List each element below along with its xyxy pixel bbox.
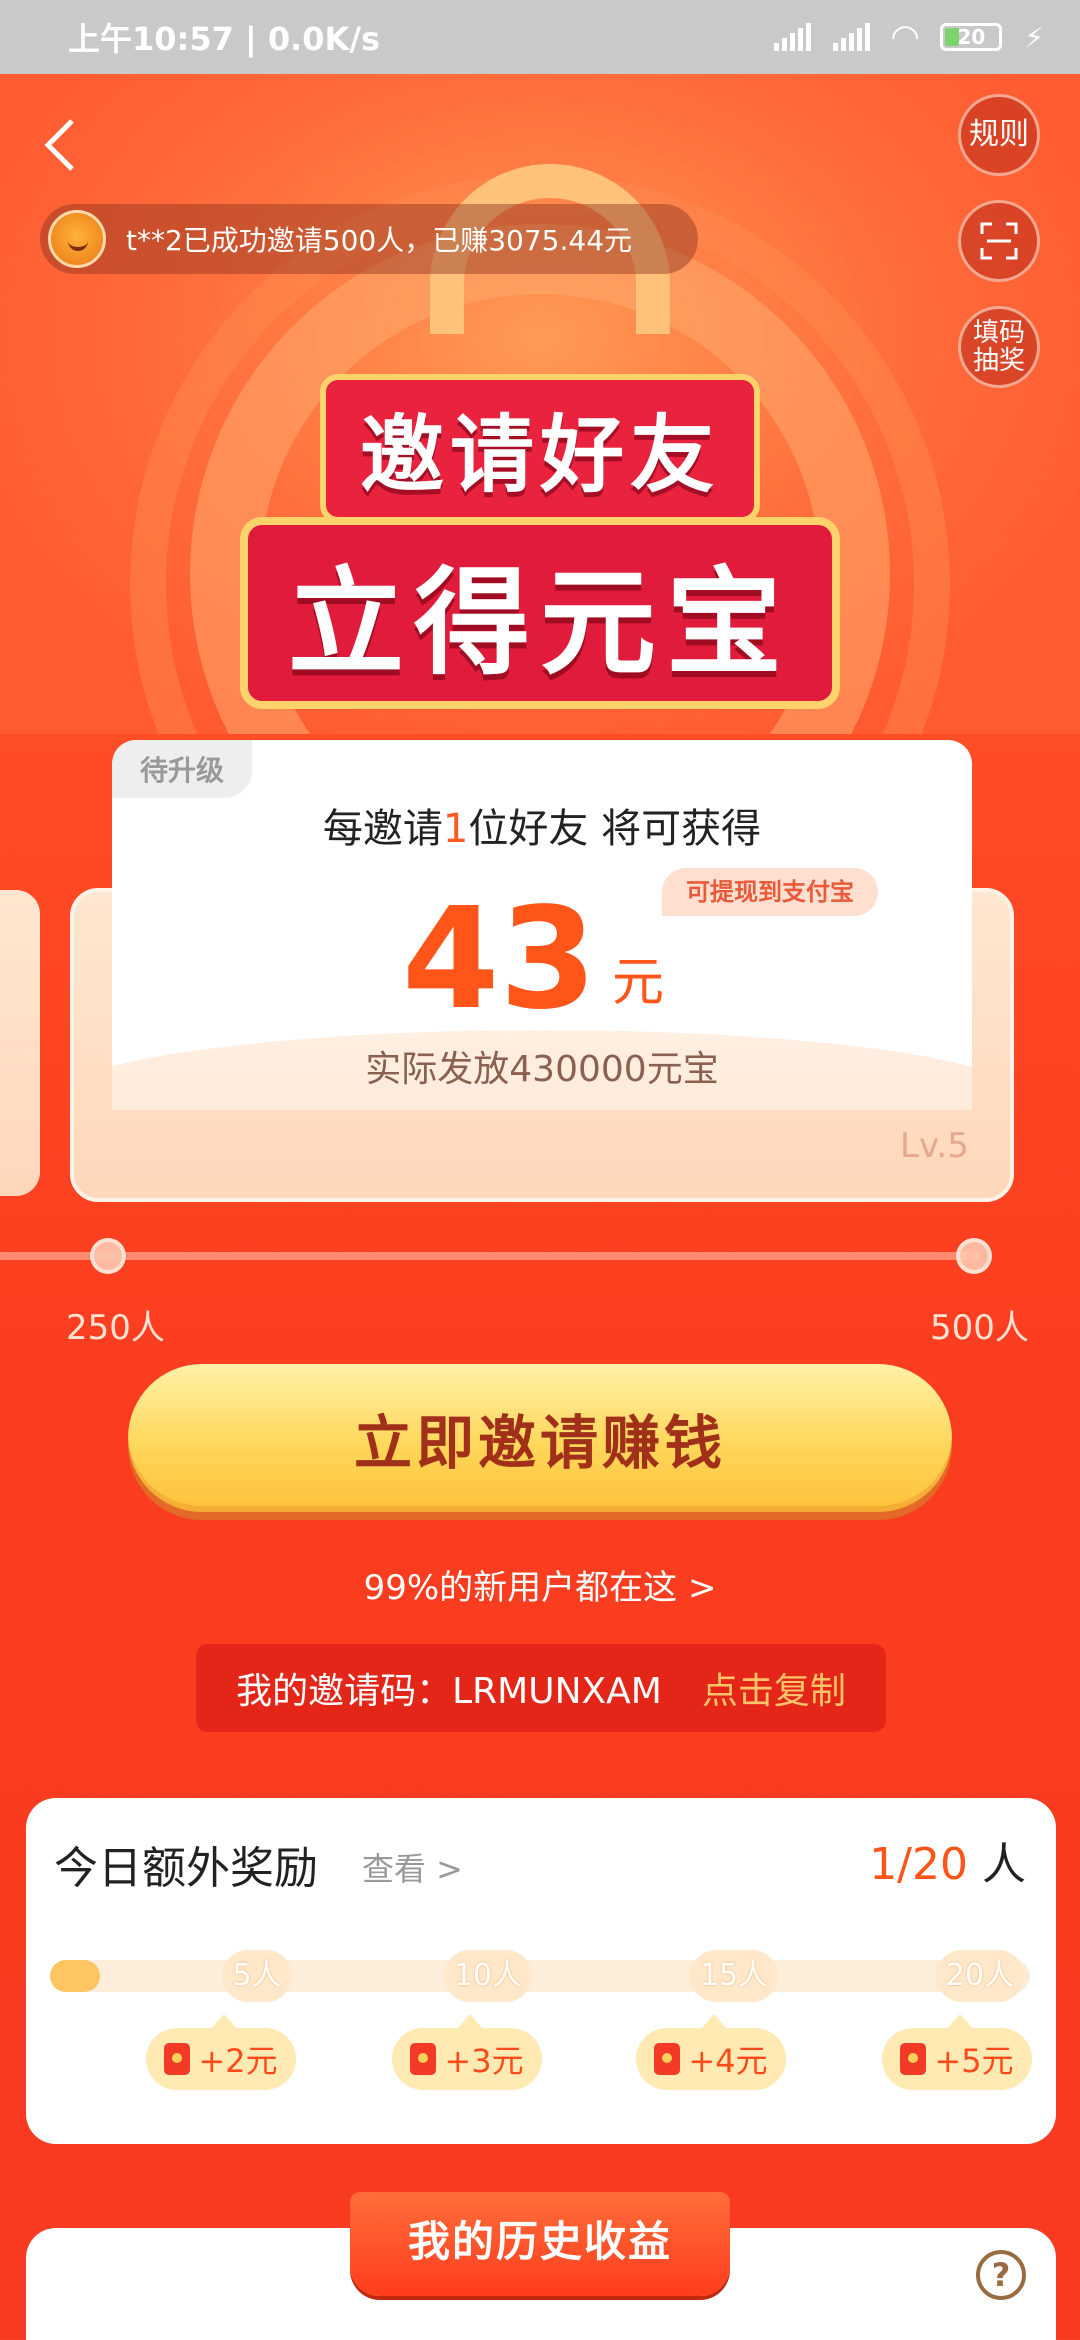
- copy-code-button[interactable]: 点击复制: [702, 1662, 846, 1714]
- title-line-2: 立得元宝: [240, 517, 840, 709]
- reward-pill-5: +2元: [146, 2014, 296, 2090]
- rules-button[interactable]: 规则: [958, 94, 1040, 176]
- bonus-view-link[interactable]: 查看 >: [362, 1844, 463, 1890]
- title-line-1: 邀请好友: [319, 374, 760, 523]
- pending-upgrade-tag: 待升级: [112, 740, 252, 798]
- signal-icon: [774, 23, 812, 51]
- scan-icon: [980, 222, 1018, 260]
- chevron-left-icon: [44, 119, 74, 171]
- back-button[interactable]: [40, 114, 100, 194]
- question-circle-icon[interactable]: ?: [976, 2250, 1026, 2300]
- reward-pill-15: +4元: [636, 2014, 786, 2090]
- red-envelope-icon: [900, 2043, 927, 2075]
- status-time: 上午10:57 | 0.0K/s: [68, 20, 381, 58]
- reward-description: 每邀请1位好友 将可获得: [322, 806, 762, 852]
- tier-dot-right[interactable]: [956, 1238, 992, 1274]
- red-envelope-icon: [654, 2043, 681, 2075]
- battery-icon: 20: [940, 23, 1003, 51]
- actual-payout-text: 实际发放430000元宝: [365, 1049, 719, 1090]
- hero-title: 邀请好友 立得元宝: [230, 374, 850, 709]
- avatar: [48, 210, 106, 268]
- invite-ticker: t**2已成功邀请500人，已赚3075.44元: [40, 204, 698, 274]
- code-lottery-button[interactable]: 填码 抽奖: [958, 306, 1040, 388]
- charging-icon: ⚡: [1024, 20, 1044, 54]
- history-title: 我的历史收益: [350, 2192, 730, 2296]
- red-envelope-icon: [410, 2043, 437, 2075]
- milestone-15: 15人: [690, 1950, 778, 2002]
- signal-hd-icon: [833, 23, 871, 51]
- tier-dot-left[interactable]: [90, 1238, 126, 1274]
- reward-card: 待升级 每邀请1位好友 将可获得 可提现到支付宝 43 元 实际发放430000…: [112, 740, 972, 1110]
- reward-pill-10: +3元: [392, 2014, 542, 2090]
- bonus-title: 今日额外奖励: [54, 1843, 318, 1894]
- invite-earn-button[interactable]: 立即邀请赚钱: [128, 1364, 952, 1512]
- invite-code-text: 我的邀请码：LRMUNXAM: [236, 1671, 662, 1712]
- bonus-count: 1/20 人: [869, 1839, 1026, 1890]
- hero-banner: 规则 填码 抽奖 t**2已成功邀请500人，已赚3075.44元 邀请好友 立…: [0, 74, 1080, 734]
- bonus-progress-fill: [50, 1960, 100, 1992]
- reward-amount-unit: 元: [612, 953, 665, 1013]
- milestone-20: 20人: [936, 1950, 1024, 2002]
- daily-bonus-panel: 今日额外奖励 查看 > 1/20 人 5人 10人 15人 20人 +2元 +3…: [26, 1798, 1056, 2144]
- prev-card-edge: [0, 890, 40, 1196]
- scan-button[interactable]: [958, 200, 1040, 282]
- milestone-10: 10人: [444, 1950, 532, 2002]
- level-label: Lv.5: [900, 1126, 969, 1166]
- wifi-icon: ◠: [892, 17, 919, 57]
- tier-left-label: 250人: [66, 1308, 165, 1348]
- bonus-progress-track: [50, 1960, 1030, 1992]
- status-bar: 上午10:57 | 0.0K/s ◠ 20 ⚡: [0, 0, 1080, 74]
- reward-pill-20: +5元: [882, 2014, 1032, 2090]
- reward-amount: 43: [402, 878, 597, 1041]
- tier-right-label: 500人: [930, 1308, 1029, 1348]
- tier-progress-track: [0, 1252, 980, 1260]
- new-users-link[interactable]: 99%的新用户都在这 >: [0, 1560, 1080, 1609]
- invite-code-bar: 我的邀请码：LRMUNXAM 点击复制: [196, 1644, 886, 1732]
- milestone-5: 5人: [222, 1950, 292, 2002]
- red-envelope-icon: [164, 2043, 191, 2075]
- withdraw-badge: 可提现到支付宝: [662, 868, 878, 916]
- status-icons: ◠ 20 ⚡: [774, 17, 1044, 57]
- ticker-text: t**2已成功邀请500人，已赚3075.44元: [126, 224, 633, 257]
